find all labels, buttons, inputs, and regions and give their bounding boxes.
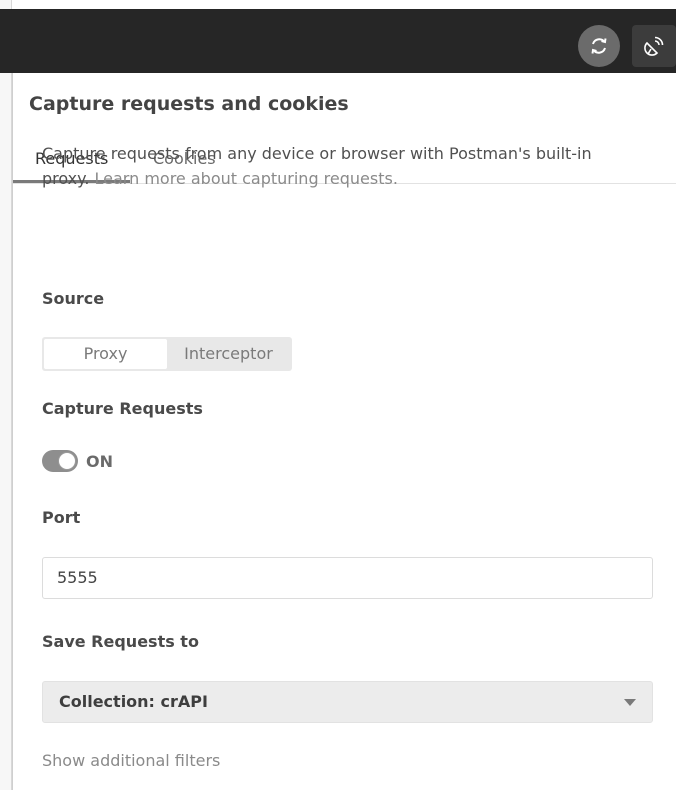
source-option-proxy[interactable]: Proxy [44,339,167,369]
left-background-edge [0,0,12,790]
source-option-interceptor[interactable]: Interceptor [167,339,290,369]
source-selector: Proxy Interceptor [42,337,292,371]
capture-button[interactable] [632,25,676,67]
port-input[interactable]: 5555 [42,557,653,599]
save-requests-value: Collection: crAPI [59,692,208,711]
save-requests-dropdown[interactable]: Collection: crAPI [42,681,653,723]
chevron-down-icon [624,699,636,706]
sync-icon [591,38,607,54]
toggle-knob [58,452,76,470]
capture-toggle-state: ON [86,451,113,471]
learn-more-link[interactable]: Learn more about capturing requests. [95,169,398,188]
top-bar [0,9,676,73]
sync-button[interactable] [578,25,620,67]
app-window: Capture requests and cookies Requests Co… [0,0,676,790]
port-label: Port [42,508,81,527]
capture-toggle[interactable] [42,450,78,472]
description: Capture requests from any device or brow… [42,141,632,191]
satellite-dish-icon [644,36,664,56]
capture-requests-label: Capture Requests [42,399,203,418]
save-requests-label: Save Requests to [42,632,199,651]
capture-toggle-row: ON [42,449,113,473]
show-filters-link[interactable]: Show additional filters [42,751,220,770]
source-label: Source [42,289,105,308]
panel-title: Capture requests and cookies [29,93,349,115]
